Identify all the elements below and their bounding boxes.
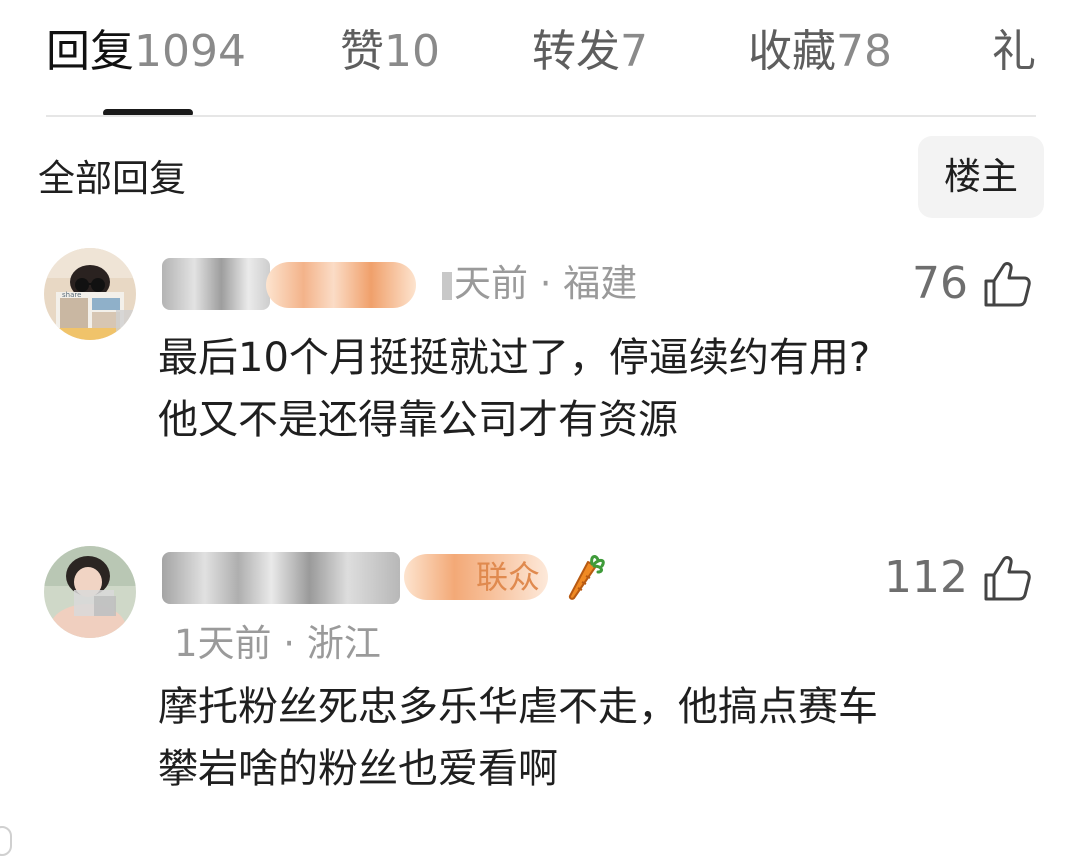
tab-likes-label: 赞 — [340, 26, 384, 77]
scroll-edge-indicator — [0, 826, 12, 856]
op-only-button[interactable]: 楼主 — [918, 136, 1044, 218]
tab-bar: 回复1094 赞10 转发7 收藏78 礼 — [0, 0, 1080, 118]
tab-gifts[interactable]: 礼 — [992, 22, 1036, 82]
user-badge: 联众 — [404, 554, 548, 600]
tab-favorites-count: 78 — [836, 26, 892, 77]
thumbs-up-icon — [984, 262, 1031, 307]
username[interactable] — [162, 258, 270, 310]
like-count: 112 — [884, 552, 968, 603]
badge-label: 联众 — [475, 558, 540, 596]
tab-favorites-label: 收藏 — [748, 26, 836, 77]
avatar-image — [44, 546, 136, 638]
tab-replies-count: 1094 — [134, 26, 246, 77]
thumbs-up-icon — [984, 556, 1031, 601]
all-replies-title: 全部回复 — [38, 157, 186, 200]
comment-item: share 天前 · 福建 76 最后10个月挺挺就过了，停逼续约有用? 他又不… — [0, 238, 1080, 478]
tab-forwards[interactable]: 转发7 — [532, 22, 648, 82]
comment-item: 联众 112 1天前 · 浙江 摩托粉丝死忠多乐华虐不走，他搞点赛车 攀岩啥的粉… — [0, 540, 1080, 840]
tab-divider — [46, 115, 1036, 117]
username[interactable] — [162, 552, 400, 604]
tab-forwards-count: 7 — [620, 26, 648, 77]
svg-text:share: share — [62, 291, 81, 299]
user-badge — [266, 262, 416, 308]
like-button[interactable]: 112 — [884, 550, 1032, 606]
comment-text: 最后10个月挺挺就过了，停逼续约有用? 他又不是还得靠公司才有资源 — [158, 327, 1038, 451]
carrot-icon — [566, 552, 612, 602]
tab-likes[interactable]: 赞10 — [340, 22, 440, 82]
avatar-image: share — [44, 248, 136, 340]
blurred-glyph — [442, 271, 452, 300]
like-button[interactable]: 76 — [912, 256, 1032, 312]
avatar[interactable]: share — [44, 248, 136, 340]
comment-line: 攀岩啥的粉丝也爱看啊 — [158, 746, 558, 792]
comment-meta: 天前 · 福建 — [442, 260, 637, 308]
tab-replies-label: 回复 — [46, 26, 134, 77]
like-count: 76 — [912, 258, 968, 309]
tab-forwards-label: 转发 — [532, 26, 620, 77]
tab-favorites[interactable]: 收藏78 — [748, 22, 892, 82]
comment-line: 摩托粉丝死忠多乐华虐不走，他搞点赛车 — [158, 684, 878, 730]
tab-gifts-label: 礼 — [992, 26, 1036, 77]
time-location: 1天前 · 浙江 — [174, 622, 381, 665]
comment-line: 他又不是还得靠公司才有资源 — [158, 397, 678, 443]
tab-likes-count: 10 — [384, 26, 440, 77]
comment-line: 最后10个月挺挺就过了，停逼续约有用? — [158, 335, 871, 381]
comment-text: 摩托粉丝死忠多乐华虐不走，他搞点赛车 攀岩啥的粉丝也爱看啊 — [158, 676, 1038, 800]
time-location: 天前 · 福建 — [454, 262, 638, 305]
comment-meta: 1天前 · 浙江 — [174, 620, 381, 668]
tab-replies[interactable]: 回复1094 — [46, 22, 246, 82]
avatar[interactable] — [44, 546, 136, 638]
